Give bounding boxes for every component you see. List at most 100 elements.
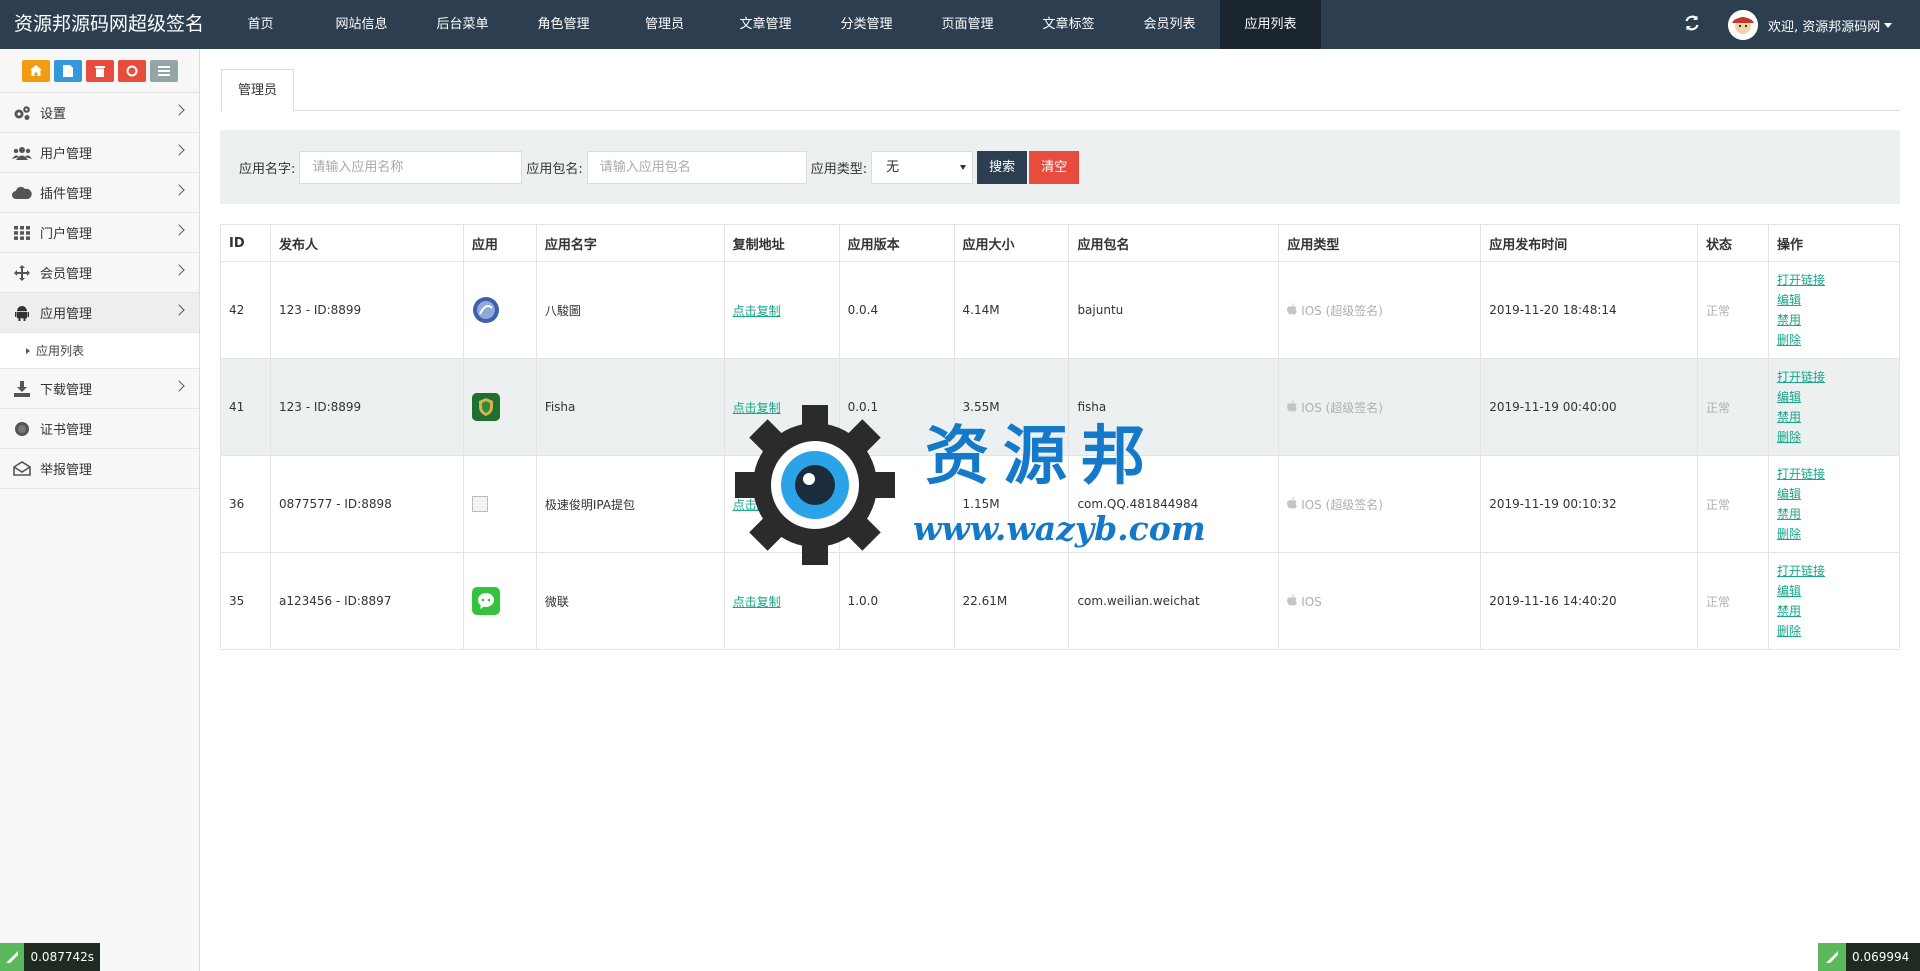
open-link-action[interactable]: 打开链接 <box>1777 464 1891 484</box>
list-shortcut-button[interactable] <box>149 59 178 82</box>
open-link-action[interactable]: 打开链接 <box>1777 367 1891 387</box>
cell-package: bajuntu <box>1068 261 1280 359</box>
apple-icon <box>1287 399 1298 415</box>
cell-app-icon <box>462 358 537 456</box>
cell-actions: 打开链接 编辑 禁用 删除 <box>1767 261 1901 359</box>
cell-actions: 打开链接 编辑 禁用 删除 <box>1767 455 1901 553</box>
clear-button[interactable]: 清空 <box>1029 150 1080 184</box>
cell-copy: 点击复制 <box>723 552 840 650</box>
top-navbar: 资源邦源码网超级签名 首页 网站信息 后台菜单 角色管理 管理员 文章管理 分类… <box>0 0 1920 49</box>
file-shortcut-button[interactable] <box>53 59 82 82</box>
sidebar-item-reports[interactable]: 举报管理 <box>0 449 199 489</box>
sidebar-item-certificates[interactable]: 证书管理 <box>0 409 199 449</box>
grid-icon <box>12 225 32 241</box>
refresh-icon[interactable] <box>1682 13 1702 33</box>
cell-version: 0.0.4 <box>838 261 955 359</box>
cell-app-name: 微联 <box>535 552 725 650</box>
cell-app-icon <box>462 261 537 359</box>
sidebar-item-label: 门户管理 <box>40 227 93 242</box>
cell-time: 2019-11-16 14:40:20 <box>1480 552 1699 650</box>
nav-admin-menu[interactable]: 后台菜单 <box>412 0 513 49</box>
disable-action[interactable]: 禁用 <box>1777 407 1891 427</box>
timer-value: 0.087742s <box>30 950 94 964</box>
delete-action[interactable]: 删除 <box>1777 621 1891 641</box>
cell-status: 正常 <box>1697 358 1769 456</box>
cell-time: 2019-11-20 18:48:14 <box>1480 261 1699 359</box>
disable-action[interactable]: 禁用 <box>1777 601 1891 621</box>
app-type-select[interactable]: 无 <box>871 150 974 184</box>
nav-article-tags[interactable]: 文章标签 <box>1018 0 1119 49</box>
open-link-action[interactable]: 打开链接 <box>1777 561 1891 581</box>
tab-admin[interactable]: 管理员 <box>221 69 294 112</box>
cell-app-icon <box>462 552 537 650</box>
search-button[interactable]: 搜索 <box>977 150 1028 184</box>
table-row: 35 a123456 - ID:8897 微联 点击复制 1.0.0 22.61… <box>220 552 1901 650</box>
sidebar-item-downloads[interactable]: 下载管理 <box>0 369 199 409</box>
nav-admins[interactable]: 管理员 <box>614 0 715 49</box>
user-menu[interactable]: 欢迎, 资源邦源码网 <box>1728 9 1893 41</box>
col-status: 状态 <box>1697 224 1769 262</box>
app-type-value: 无 <box>886 159 900 175</box>
app-name-input[interactable] <box>299 150 523 184</box>
nav-articles[interactable]: 文章管理 <box>715 0 816 49</box>
delete-action[interactable]: 删除 <box>1777 330 1891 350</box>
cell-status: 正常 <box>1697 552 1769 650</box>
disable-action[interactable]: 禁用 <box>1777 310 1891 330</box>
list-icon <box>157 65 170 76</box>
envelope-open-icon <box>12 461 32 477</box>
delete-action[interactable]: 删除 <box>1777 524 1891 544</box>
type-text: IOS (超级签名) <box>1301 497 1383 512</box>
nav-member-list[interactable]: 会员列表 <box>1119 0 1220 49</box>
debug-timer-left[interactable]: 0.087742s <box>0 943 100 971</box>
sidebar-item-users[interactable]: 用户管理 <box>0 133 199 173</box>
package-name-input[interactable] <box>586 150 807 184</box>
recycle-shortcut-button[interactable] <box>117 59 146 82</box>
sidebar-item-plugins[interactable]: 插件管理 <box>0 173 199 213</box>
edit-action[interactable]: 编辑 <box>1777 387 1891 407</box>
certificate-icon <box>12 421 32 437</box>
android-icon <box>12 305 32 321</box>
sidebar-item-portal[interactable]: 门户管理 <box>0 213 199 253</box>
nav-site-info[interactable]: 网站信息 <box>311 0 412 49</box>
timer-value: 0.069994 <box>1852 950 1910 964</box>
chevron-right-icon <box>173 264 185 276</box>
nav-categories[interactable]: 分类管理 <box>816 0 917 49</box>
table-header-row: ID 发布人 应用 应用名字 复制地址 应用版本 应用大小 应用包名 应用类型 … <box>220 224 1901 262</box>
avatar <box>1728 10 1758 40</box>
welcome-text: 欢迎, 资源邦源码网 <box>1768 19 1881 35</box>
nav-app-list[interactable]: 应用列表 <box>1220 0 1321 49</box>
copy-link[interactable]: 点击复制 <box>733 595 781 609</box>
package-name-label: 应用包名: <box>526 161 583 177</box>
cell-publisher: 0877577 - ID:8898 <box>269 455 464 553</box>
delete-action[interactable]: 删除 <box>1777 427 1891 447</box>
cell-publisher: a123456 - ID:8897 <box>269 552 464 650</box>
nav-home[interactable]: 首页 <box>210 0 311 49</box>
open-link-action[interactable]: 打开链接 <box>1777 270 1891 290</box>
nav-pages[interactable]: 页面管理 <box>917 0 1018 49</box>
copy-link[interactable]: 点击复制 <box>733 304 781 318</box>
disable-action[interactable]: 禁用 <box>1777 504 1891 524</box>
cell-id: 41 <box>220 358 271 456</box>
cell-publisher: 123 - ID:8899 <box>269 261 464 359</box>
sidebar-item-apps[interactable]: 应用管理 <box>0 293 199 333</box>
brand-title[interactable]: 资源邦源码网超级签名 <box>14 0 204 49</box>
quick-actions <box>0 49 199 93</box>
sidebar-item-label: 用户管理 <box>40 147 93 162</box>
home-shortcut-button[interactable] <box>21 59 50 82</box>
cell-actions: 打开链接 编辑 禁用 删除 <box>1767 552 1901 650</box>
thinkphp-logo-icon <box>1818 943 1846 971</box>
sidebar-item-settings[interactable]: 设置 <box>0 93 199 133</box>
edit-action[interactable]: 编辑 <box>1777 484 1891 504</box>
edit-action[interactable]: 编辑 <box>1777 290 1891 310</box>
sidebar-subitem-app-list[interactable]: 应用列表 <box>0 333 199 369</box>
app-type-label: 应用类型: <box>810 161 868 177</box>
nav-roles[interactable]: 角色管理 <box>513 0 614 49</box>
sidebar-item-members[interactable]: 会员管理 <box>0 253 199 293</box>
broken-image-icon <box>471 496 488 512</box>
table-row: 42 123 - ID:8899 八駿圖 点击复制 0.0.4 4.14M ba… <box>220 261 1901 359</box>
edit-action[interactable]: 编辑 <box>1777 581 1891 601</box>
trash-shortcut-button[interactable] <box>85 59 114 82</box>
col-copy-url: 复制地址 <box>723 224 840 262</box>
col-version: 应用版本 <box>838 224 955 262</box>
debug-timer-right[interactable]: 0.069994 <box>1818 943 1920 971</box>
